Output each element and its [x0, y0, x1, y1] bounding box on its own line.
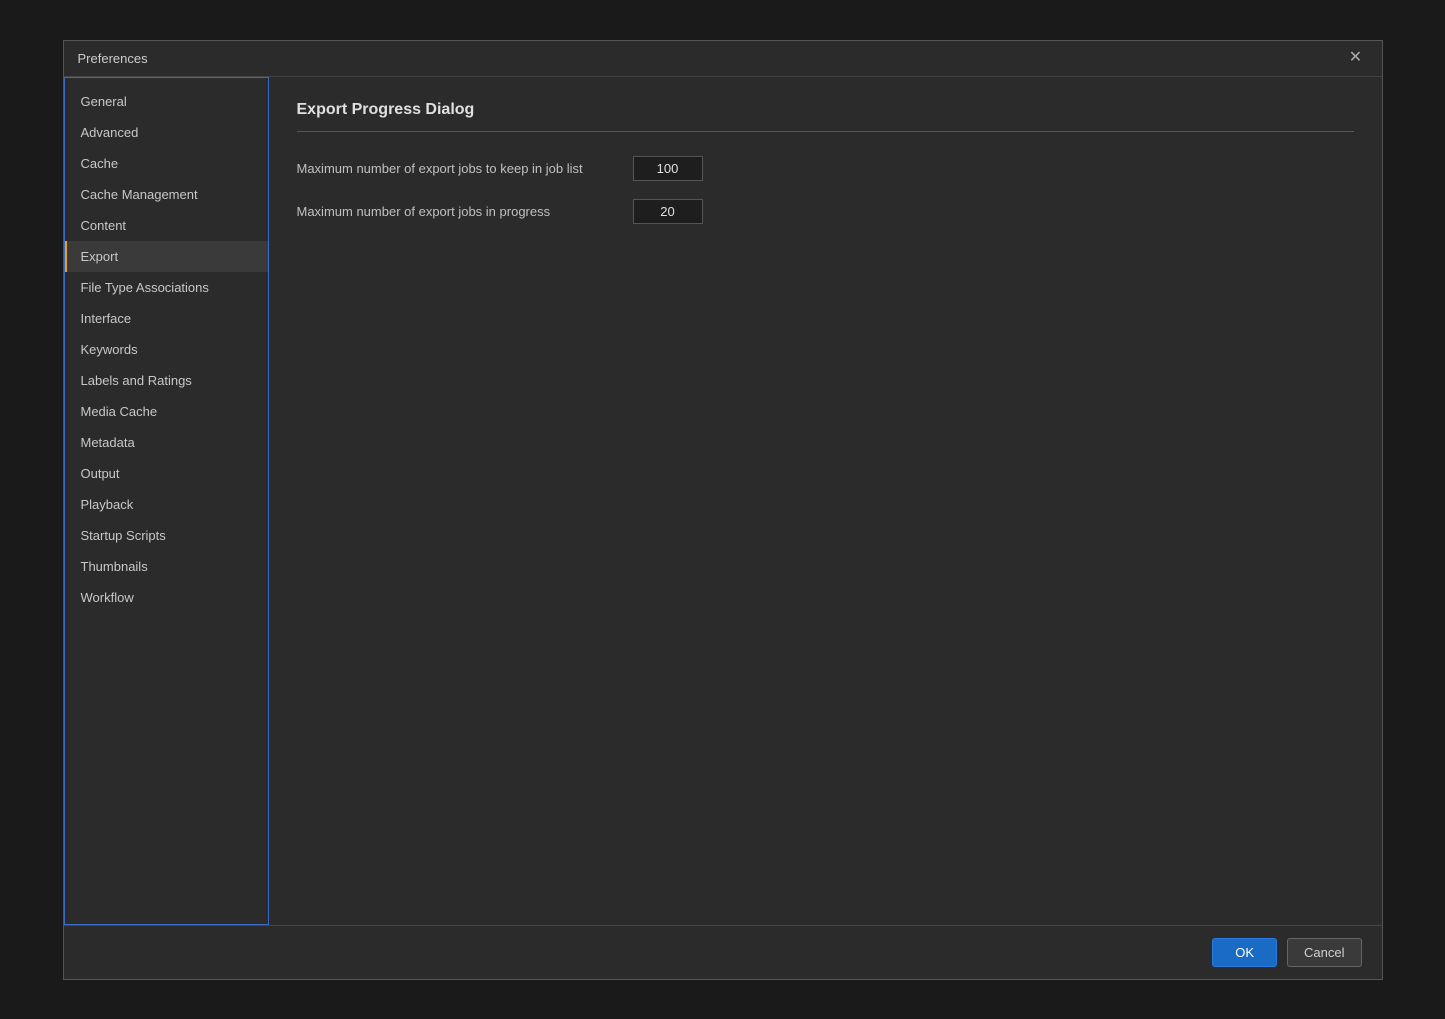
sidebar-item-labels-and-ratings[interactable]: Labels and Ratings [65, 365, 268, 396]
sidebar-item-export[interactable]: Export [65, 241, 268, 272]
ok-button[interactable]: OK [1212, 938, 1277, 967]
fields-container: Maximum number of export jobs to keep in… [297, 156, 1354, 224]
sidebar-item-thumbnails[interactable]: Thumbnails [65, 551, 268, 582]
dialog-body: GeneralAdvancedCacheCache ManagementCont… [64, 77, 1382, 925]
sidebar-item-startup-scripts[interactable]: Startup Scripts [65, 520, 268, 551]
section-divider [297, 131, 1354, 132]
dialog-title: Preferences [78, 51, 148, 66]
close-button[interactable]: ✕ [1344, 46, 1368, 70]
sidebar-item-interface[interactable]: Interface [65, 303, 268, 334]
sidebar-item-output[interactable]: Output [65, 458, 268, 489]
sidebar-item-general[interactable]: General [65, 86, 268, 117]
main-content: Export Progress Dialog Maximum number of… [269, 77, 1382, 925]
sidebar-item-playback[interactable]: Playback [65, 489, 268, 520]
field-input-max-jobs-list[interactable] [633, 156, 703, 181]
sidebar-item-workflow[interactable]: Workflow [65, 582, 268, 613]
field-label-max-jobs-progress: Maximum number of export jobs in progres… [297, 204, 617, 219]
sidebar-item-media-cache[interactable]: Media Cache [65, 396, 268, 427]
section-title: Export Progress Dialog [297, 101, 1354, 119]
field-label-max-jobs-list: Maximum number of export jobs to keep in… [297, 161, 617, 176]
field-row-max-jobs-list: Maximum number of export jobs to keep in… [297, 156, 1354, 181]
sidebar-item-file-type-associations[interactable]: File Type Associations [65, 272, 268, 303]
preferences-dialog: Preferences ✕ GeneralAdvancedCacheCache … [63, 40, 1383, 980]
field-row-max-jobs-progress: Maximum number of export jobs in progres… [297, 199, 1354, 224]
dialog-footer: OK Cancel [64, 925, 1382, 979]
sidebar: GeneralAdvancedCacheCache ManagementCont… [64, 77, 269, 925]
sidebar-item-content[interactable]: Content [65, 210, 268, 241]
field-input-max-jobs-progress[interactable] [633, 199, 703, 224]
sidebar-item-cache[interactable]: Cache [65, 148, 268, 179]
title-bar: Preferences ✕ [64, 41, 1382, 77]
cancel-button[interactable]: Cancel [1287, 938, 1361, 967]
sidebar-item-cache-management[interactable]: Cache Management [65, 179, 268, 210]
sidebar-item-keywords[interactable]: Keywords [65, 334, 268, 365]
sidebar-item-advanced[interactable]: Advanced [65, 117, 268, 148]
sidebar-item-metadata[interactable]: Metadata [65, 427, 268, 458]
